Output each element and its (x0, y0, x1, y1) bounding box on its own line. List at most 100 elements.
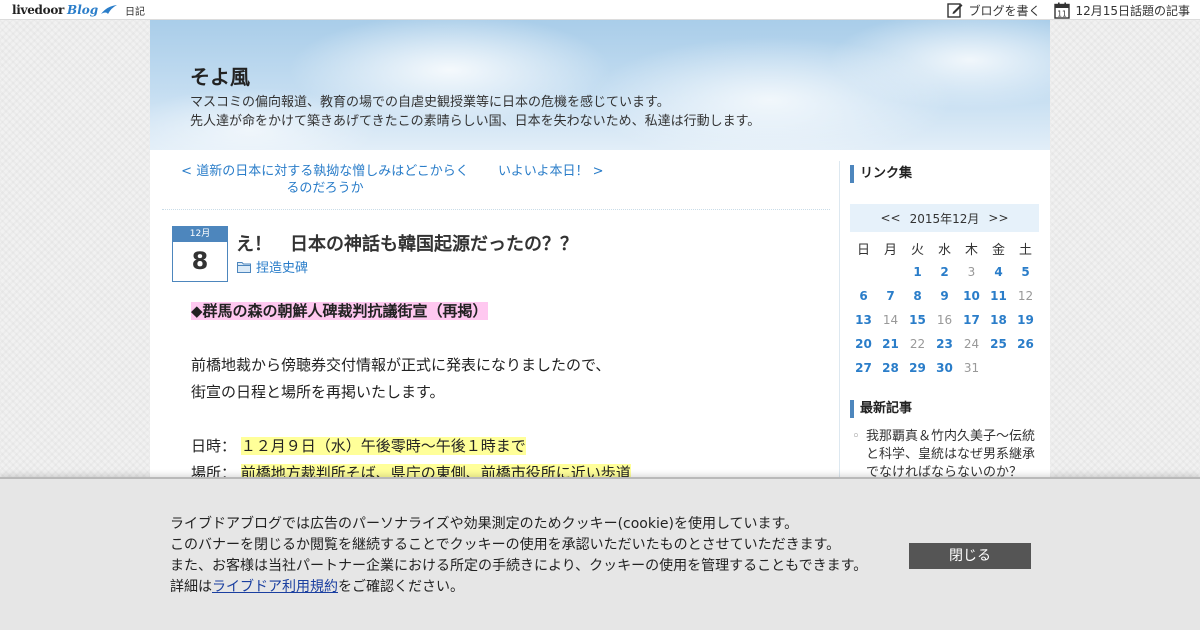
calendar-day[interactable]: 17 (958, 308, 985, 332)
calendar-day[interactable]: 5 (1012, 260, 1039, 284)
nav-diary-link[interactable]: 日記 (125, 3, 145, 18)
blog-description-line: マスコミの偏向報道、教育の場での自虐史観授業等に日本の危機を感じています。 (190, 95, 670, 110)
calendar-prev-month[interactable]: << (880, 211, 900, 225)
post-date-day: 8 (191, 247, 209, 275)
calendar-next-month[interactable]: >> (988, 211, 1008, 225)
calendar-weekday: 火 (910, 242, 924, 258)
calendar-day (985, 356, 1012, 380)
calendar-day[interactable]: 10 (958, 284, 985, 308)
calendar-day[interactable]: 2 (931, 260, 958, 284)
blog-description-line: 先人達が命をかけて築きあげてきたこの素晴らしい国、日本を失わないため、私達は行動… (190, 114, 761, 129)
logo-blog-word: Blog (67, 3, 99, 17)
calendar-day[interactable]: 7 (877, 284, 904, 308)
post-title[interactable]: え！ 日本の神話も韓国起源だったの？？ (236, 230, 578, 256)
cookie-message: ライブドアブログでは広告のパーソナライズや効果測定のためクッキー(cookie)… (170, 514, 867, 598)
article-pager: < 道新の日本に対する執拗な憎しみはどこからく るのだろうか いよいよ本日！ > (162, 160, 830, 210)
recent-posts-list: 我那覇真＆竹内久美子～伝統と科学、皇統はなぜ男系継承でなければならないのか？ (850, 428, 1039, 482)
calendar-day: 3 (967, 265, 976, 279)
cookie-details-prefix: 詳細は (170, 579, 212, 595)
write-blog-link[interactable]: ブログを書く (947, 2, 1040, 19)
calendar-grid: 日月火水木金土 1 2 3 4 5 6 7 8 9 10 11 12 13 14 15 16 17 18 19 20 21… (850, 236, 1039, 380)
next-article-link[interactable]: いよいよ本日！ > (498, 163, 604, 180)
calendar-weekday: 日 (856, 242, 870, 258)
cookie-message-line: また、お客様は当社パートナー企業における所定の手続きにより、クッキーの使用を管理… (170, 558, 868, 574)
topic-articles-link[interactable]: 11 12月15日話題の記事 (1054, 2, 1190, 19)
post-heading: ◆群馬の森の朝鮮人碑裁判抗議街宣（再掲） (191, 302, 488, 320)
calendar-header: << 2015年12月 >> (850, 204, 1039, 232)
calendar-day[interactable]: 28 (877, 356, 904, 380)
calendar-day: 14 (882, 313, 899, 327)
calendar-day[interactable]: 30 (931, 356, 958, 380)
calendar-weekday-row: 日月火水木金土 (850, 236, 1039, 260)
previous-article-line: < 道新の日本に対する執拗な憎しみはどこからく (181, 164, 469, 179)
previous-article-link[interactable]: < 道新の日本に対する執拗な憎しみはどこからく るのだろうか (172, 163, 478, 197)
previous-article-line: るのだろうか (286, 181, 364, 196)
calendar-day[interactable]: 8 (904, 284, 931, 308)
calendar-day[interactable]: 19 (1012, 308, 1039, 332)
calendar-day[interactable]: 25 (985, 332, 1012, 356)
calendar-day[interactable]: 13 (850, 308, 877, 332)
folder-icon (237, 261, 251, 273)
calendar-week-row: 27 28 29 30 31 (850, 356, 1039, 380)
calendar-day[interactable]: 4 (985, 260, 1012, 284)
post-datetime-row: 日時： １２月９日（水）午後零時～午後１時まで (191, 433, 811, 460)
calendar-day: 31 (963, 361, 980, 375)
calendar-day[interactable]: 11 (985, 284, 1012, 308)
calendar-widget: << 2015年12月 >> 日月火水木金土 1 2 3 4 5 6 7 8 9 10 11 12 13 1… (850, 204, 1039, 380)
calendar-day: 12 (1017, 289, 1034, 303)
calendar-week-row: 12345 (850, 260, 1039, 284)
cookie-message-line: ライブドアブログでは広告のパーソナライズや効果測定のためクッキー(cookie)… (170, 516, 799, 532)
calendar-day[interactable]: 20 (850, 332, 877, 356)
calendar-day: 16 (936, 313, 953, 327)
calendar-weekday: 木 (964, 242, 978, 258)
recent-post-link[interactable]: 我那覇真＆竹内久美子～伝統と科学、皇統はなぜ男系継承でなければならないのか？ (866, 429, 1035, 480)
calendar-day (850, 260, 877, 284)
calendar-day[interactable]: 15 (904, 308, 931, 332)
terms-of-use-link[interactable]: ライブドア利用規約 (212, 579, 338, 595)
top-bar: livedoor Blog 日記 ブログを書く 11 12月15日話題の記事 (0, 0, 1200, 20)
calendar-weekday: 金 (991, 242, 1005, 258)
calendar-week-row: 20 21 22 23 24 25 26 (850, 332, 1039, 356)
calendar-day[interactable]: 23 (931, 332, 958, 356)
topic-articles-label: 12月15日話題の記事 (1075, 3, 1190, 18)
calendar-week-row: 6 7 8 9 10 11 12 (850, 284, 1039, 308)
post-paragraph-line: 前橋地裁から傍聴券交付情報が正式に発表になりましたので、 (191, 356, 611, 374)
calendar-week-row: 13 14 15 16 17 18 19 (850, 308, 1039, 332)
calendar-day[interactable]: 18 (985, 308, 1012, 332)
post-paragraph-line: 街宣の日程と場所を再掲いたします。 (191, 383, 445, 401)
top-bar-right: ブログを書く 11 12月15日話題の記事 (933, 0, 1190, 20)
calendar-day[interactable]: 1 (904, 260, 931, 284)
calendar-icon: 11 (1054, 2, 1071, 19)
calendar-day[interactable]: 27 (850, 356, 877, 380)
blog-description: マスコミの偏向報道、教育の場での自虐史観授業等に日本の危機を感じています。 先人… (190, 93, 760, 131)
calendar-weekday: 土 (1018, 242, 1032, 258)
calendar-day[interactable]: 9 (931, 284, 958, 308)
calendar-weekday: 月 (883, 242, 897, 258)
calendar-day: 24 (963, 337, 980, 351)
calendar-icon-day: 11 (1058, 9, 1068, 18)
calendar-day: 22 (909, 337, 926, 351)
post-category-label: 捏造史碑 (256, 261, 309, 276)
recent-post-item[interactable]: 我那覇真＆竹内久美子～伝統と科学、皇統はなぜ男系継承でなければならないのか？ (850, 428, 1039, 482)
calendar-weekday: 水 (937, 242, 951, 258)
cookie-banner: ライブドアブログでは広告のパーソナライズや効果測定のためクッキー(cookie)… (0, 477, 1200, 630)
calendar-day[interactable]: 21 (877, 332, 904, 356)
cookie-message-line: 詳細はライブドア利用規約をご確認ください。 (170, 577, 867, 598)
calendar-day (877, 260, 904, 284)
calendar-day[interactable]: 26 (1012, 332, 1039, 356)
write-blog-label: ブログを書く (968, 3, 1041, 18)
post-date-month: 12月 (173, 227, 227, 242)
bird-icon (101, 5, 118, 14)
datetime-label: 日時： (191, 437, 237, 455)
calendar-day[interactable]: 29 (904, 356, 931, 380)
cookie-close-button[interactable]: 閉じる (909, 543, 1031, 569)
post-date-badge: 12月 8 (172, 226, 228, 282)
blog-title[interactable]: そよ風 (190, 61, 250, 90)
calendar-day[interactable]: 6 (850, 284, 877, 308)
recent-posts-heading: 最新記事 (850, 400, 912, 418)
post-category-link[interactable]: 捏造史碑 (237, 257, 308, 276)
livedoor-blog-logo[interactable]: livedoor Blog (12, 1, 118, 19)
links-heading: リンク集 (850, 165, 912, 183)
